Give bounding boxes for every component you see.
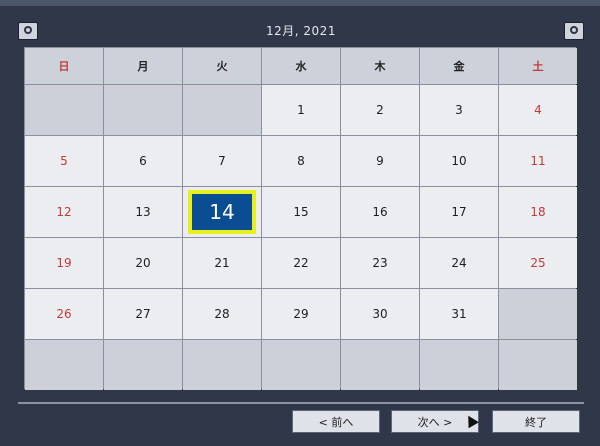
day-cell[interactable]: 29 [262, 289, 340, 339]
weekday-header: 木 [341, 48, 419, 84]
day-cell[interactable]: 28 [183, 289, 261, 339]
day-cell[interactable]: 27 [104, 289, 182, 339]
empty-day-cell [499, 340, 577, 390]
weekday-header: 土 [499, 48, 577, 84]
day-cell[interactable]: 4 [499, 85, 577, 135]
month-year-title: 12月, 2021 [266, 24, 336, 38]
day-cell[interactable]: 15 [262, 187, 340, 237]
day-cell[interactable]: 12 [25, 187, 103, 237]
day-cell[interactable]: 31 [420, 289, 498, 339]
weekday-header: 火 [183, 48, 261, 84]
day-cell[interactable]: 16 [341, 187, 419, 237]
close-button[interactable]: 終了 [492, 410, 580, 433]
footer-divider [18, 402, 584, 404]
day-cell[interactable]: 20 [104, 238, 182, 288]
day-cell[interactable]: 18 [499, 187, 577, 237]
day-cell[interactable]: 13 [104, 187, 182, 237]
day-cell[interactable]: 6 [104, 136, 182, 186]
empty-day-cell [499, 289, 577, 339]
window-top-strip [0, 0, 600, 6]
day-cell[interactable]: 26 [25, 289, 103, 339]
calendar-grid: 日月火水木金土 1 2 3 4 5 6 7 8 9 10 11 12 13 14 15 16 17 18 19 20 21… [25, 48, 577, 390]
day-cell[interactable]: 1 [262, 85, 340, 135]
day-cell[interactable]: 25 [499, 238, 577, 288]
day-cell[interactable]: 22 [262, 238, 340, 288]
day-cell[interactable]: 5 [25, 136, 103, 186]
empty-day-cell [420, 340, 498, 390]
weekday-header: 月 [104, 48, 182, 84]
day-cell[interactable]: 3 [420, 85, 498, 135]
day-cell[interactable]: 24 [420, 238, 498, 288]
day-cell[interactable]: 11 [499, 136, 577, 186]
weekday-header: 日 [25, 48, 103, 84]
day-cell[interactable]: 21 [183, 238, 261, 288]
empty-day-cell [104, 85, 182, 135]
day-cell[interactable]: 17 [420, 187, 498, 237]
empty-day-cell [262, 340, 340, 390]
day-cell[interactable]: 14 [183, 187, 261, 237]
empty-day-cell [183, 340, 261, 390]
prev-button[interactable]: < 前へ [292, 410, 380, 433]
empty-day-cell [104, 340, 182, 390]
day-cell[interactable]: 30 [341, 289, 419, 339]
day-cell[interactable]: 8 [262, 136, 340, 186]
empty-day-cell [25, 85, 103, 135]
empty-day-cell [341, 340, 419, 390]
calendar-header: 12月, 2021 [18, 14, 584, 46]
day-cell[interactable]: 10 [420, 136, 498, 186]
calendar-grid-frame: 日月火水木金土 1 2 3 4 5 6 7 8 9 10 11 12 13 14 15 16 17 18 19 20 21… [24, 47, 577, 390]
calendar-window: 12月, 2021 日月火水木金土 1 2 3 4 5 6 7 8 9 10 11 12 13 14 15 16… [0, 0, 600, 446]
weekday-header: 水 [262, 48, 340, 84]
day-cell[interactable]: 19 [25, 238, 103, 288]
weekday-header: 金 [420, 48, 498, 84]
next-month-icon[interactable] [564, 22, 584, 40]
day-cell[interactable]: 23 [341, 238, 419, 288]
day-cell[interactable]: 9 [341, 136, 419, 186]
empty-day-cell [183, 85, 261, 135]
empty-day-cell [25, 340, 103, 390]
selected-day-highlight[interactable]: 14 [188, 190, 256, 234]
day-cell[interactable]: 7 [183, 136, 261, 186]
day-cell[interactable]: 2 [341, 85, 419, 135]
